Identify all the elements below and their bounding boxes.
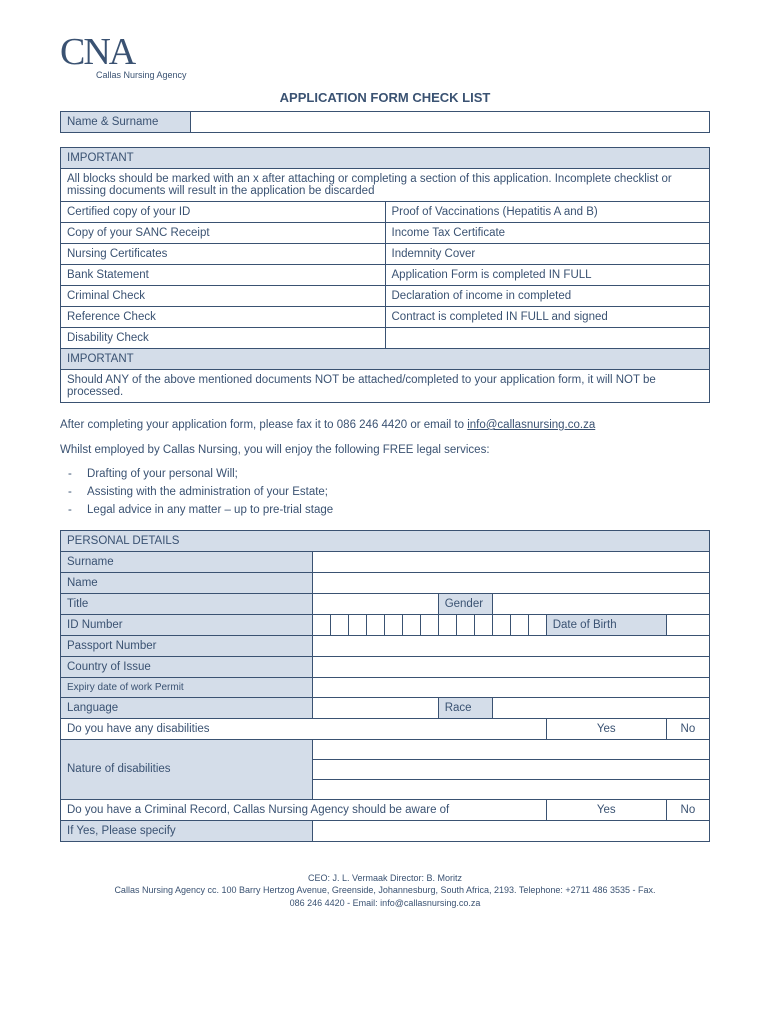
after-text-body: After completing your application form, … (60, 419, 467, 431)
criminal-question: Do you have a Criminal Record, Callas Nu… (61, 799, 547, 820)
check-item (385, 328, 710, 349)
list-item: Legal advice in any matter – up to pre-t… (80, 504, 710, 516)
check-item: Reference Check (61, 307, 386, 328)
disabilities-no[interactable]: No (666, 718, 709, 739)
name-input[interactable] (312, 572, 709, 593)
check-item: Proof of Vaccinations (Hepatitis A and B… (385, 202, 710, 223)
id-digit[interactable] (402, 614, 420, 635)
footer: CEO: J. L. Vermaak Director: B. Moritz C… (60, 872, 710, 910)
id-label: ID Number (61, 614, 313, 635)
id-digit[interactable] (456, 614, 474, 635)
email-link[interactable]: info@callasnursing.co.za (467, 419, 595, 431)
whilst-text: Whilst employed by Callas Nursing, you w… (60, 442, 710, 459)
check-item: Declaration of income in completed (385, 286, 710, 307)
logo: CNA Callas Nursing Agency (60, 30, 710, 80)
specify-input[interactable] (312, 820, 709, 841)
important-footer-text: Should ANY of the above mentioned docume… (61, 370, 710, 403)
gender-input[interactable] (492, 593, 709, 614)
footer-line1: CEO: J. L. Vermaak Director: B. Moritz (60, 872, 710, 885)
expiry-label: Expiry date of work Permit (61, 677, 313, 697)
passport-label: Passport Number (61, 635, 313, 656)
id-digit[interactable] (492, 614, 510, 635)
country-input[interactable] (312, 656, 709, 677)
check-item: Disability Check (61, 328, 386, 349)
check-item: Income Tax Certificate (385, 223, 710, 244)
check-item: Criminal Check (61, 286, 386, 307)
id-digit[interactable] (474, 614, 492, 635)
id-digit[interactable] (348, 614, 366, 635)
nature-label: Nature of disabilities (61, 739, 313, 799)
expiry-input[interactable] (312, 677, 709, 697)
surname-input[interactable] (312, 551, 709, 572)
list-item: Drafting of your personal Will; (80, 468, 710, 480)
after-text: After completing your application form, … (60, 417, 710, 434)
passport-input[interactable] (312, 635, 709, 656)
disabilities-yes[interactable]: Yes (546, 718, 666, 739)
important-table: IMPORTANT All blocks should be marked wi… (60, 147, 710, 403)
criminal-yes[interactable]: Yes (546, 799, 666, 820)
specify-label: If Yes, Please specify (61, 820, 313, 841)
country-label: Country of Issue (61, 656, 313, 677)
gender-label: Gender (438, 593, 492, 614)
footer-line3: 086 246 4420 - Email: info@callasnursing… (60, 897, 710, 910)
logo-sub: Callas Nursing Agency (96, 70, 710, 80)
id-digit[interactable] (366, 614, 384, 635)
id-digit[interactable] (312, 614, 330, 635)
nature-input-2[interactable] (312, 759, 709, 779)
title-input[interactable] (312, 593, 438, 614)
nature-input-1[interactable] (312, 739, 709, 759)
services-list: Drafting of your personal Will; Assistin… (80, 468, 710, 516)
race-input[interactable] (492, 697, 709, 718)
name-surname-input[interactable] (191, 112, 710, 133)
disabilities-question: Do you have any disabilities (61, 718, 547, 739)
dob-input[interactable] (666, 614, 709, 635)
personal-details-table: PERSONAL DETAILS Surname Name Title Gend… (60, 530, 710, 842)
name-surname-label: Name & Surname (61, 112, 191, 133)
personal-heading: PERSONAL DETAILS (61, 530, 710, 551)
footer-line2: Callas Nursing Agency cc. 100 Barry Hert… (60, 884, 710, 897)
language-input[interactable] (312, 697, 438, 718)
language-label: Language (61, 697, 313, 718)
important-heading: IMPORTANT (61, 148, 710, 169)
id-digit[interactable] (420, 614, 438, 635)
logo-main: CNA (60, 30, 134, 74)
name-table: Name & Surname (60, 111, 710, 133)
nature-input-3[interactable] (312, 779, 709, 799)
race-label: Race (438, 697, 492, 718)
criminal-no[interactable]: No (666, 799, 709, 820)
id-digit[interactable] (384, 614, 402, 635)
check-item: Nursing Certificates (61, 244, 386, 265)
important-footer-heading: IMPORTANT (61, 349, 710, 370)
id-digit[interactable] (510, 614, 528, 635)
id-digit[interactable] (330, 614, 348, 635)
check-item: Certified copy of your ID (61, 202, 386, 223)
check-item: Indemnity Cover (385, 244, 710, 265)
surname-label: Surname (61, 551, 313, 572)
list-item: Assisting with the administration of you… (80, 486, 710, 498)
check-item: Application Form is completed IN FULL (385, 265, 710, 286)
check-item: Contract is completed IN FULL and signed (385, 307, 710, 328)
check-item: Copy of your SANC Receipt (61, 223, 386, 244)
id-digit[interactable] (438, 614, 456, 635)
name-label: Name (61, 572, 313, 593)
id-digit[interactable] (528, 614, 546, 635)
check-item: Bank Statement (61, 265, 386, 286)
important-intro: All blocks should be marked with an x af… (61, 169, 710, 202)
dob-label: Date of Birth (546, 614, 666, 635)
title-label: Title (61, 593, 313, 614)
page-title: APPLICATION FORM CHECK LIST (60, 90, 710, 105)
